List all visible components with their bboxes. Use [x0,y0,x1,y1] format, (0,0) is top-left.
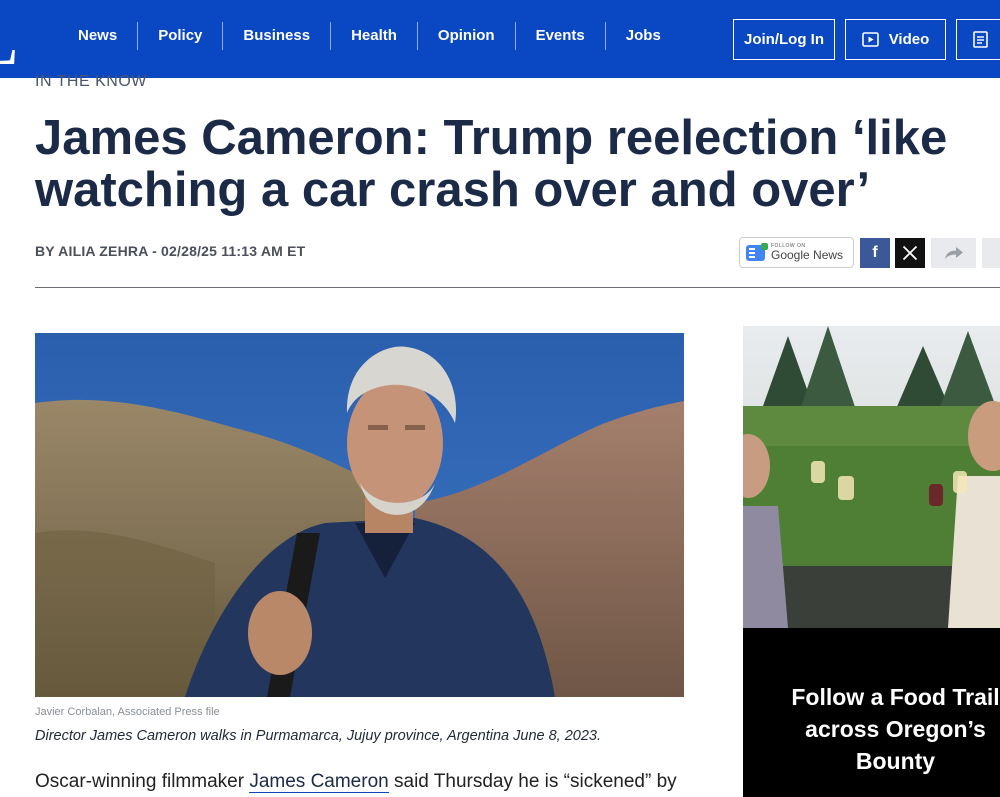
article-byline: BY AILIA ZEHRA - 02/28/25 11:13 AM ET [35,243,306,259]
body-text-end: said Thursday he is “sickened” by [388,771,677,792]
nav-item-business[interactable]: Business [223,22,332,50]
nav-item-health[interactable]: Health [331,22,418,50]
ad-image [743,326,1000,628]
body-text-start: Oscar-winning filmmaker [35,771,250,792]
ad-title-line-3: Bounty [855,748,936,774]
logo-text: L [0,6,19,68]
newsletter-button[interactable] [956,19,1000,60]
facebook-share-button[interactable]: f [860,238,890,268]
photo-caption: Director James Cameron walks in Purmamar… [35,728,602,744]
nav-item-events[interactable]: Events [516,22,606,50]
document-icon [973,31,988,48]
join-login-label: Join/Log In [744,31,824,48]
ad-title-line-2: across Oregon’s [805,716,986,742]
top-nav-bar: L News Policy Business Health Opinion Ev… [0,0,1000,78]
google-news-text: FOLLOW ON Google News [771,244,844,262]
google-news-icon [746,242,768,261]
video-label: Video [888,31,930,48]
james-cameron-link[interactable]: James Cameron [249,771,389,793]
article-photo[interactable] [35,333,684,697]
more-share-button[interactable] [982,238,1000,268]
share-button[interactable] [931,238,976,268]
facebook-icon: f [872,244,878,261]
ad-headline[interactable]: Follow a Food Trail across Oregon’s Boun… [743,681,1000,777]
photo-credit: Javier Corbalan, Associated Press file [35,706,220,718]
article-headline: James Cameron: Trump reelection ‘like wa… [35,112,1000,216]
headline-line-1: James Cameron: Trump reelection ‘like [35,111,948,165]
article-body-paragraph: Oscar-winning filmmaker James Cameron sa… [35,770,700,794]
nav-item-news[interactable]: News [58,22,139,50]
sidebar-ad[interactable]: Follow a Food Trail across Oregon’s Boun… [743,326,1000,797]
article-photo-image [35,333,684,697]
video-button[interactable]: Video [845,19,946,60]
nav-item-jobs[interactable]: Jobs [606,22,681,50]
video-icon [861,32,879,47]
nav-item-policy[interactable]: Policy [138,22,224,50]
join-login-button[interactable]: Join/Log In [733,19,835,60]
main-nav: News Policy Business Health Opinion Even… [58,22,681,50]
google-news-label: Google News [771,248,844,262]
headline-line-2: watching a car crash over and over’ [35,163,871,217]
share-arrow-icon [944,247,963,259]
x-share-button[interactable] [895,238,925,268]
nav-item-opinion[interactable]: Opinion [418,22,516,50]
section-kicker[interactable]: IN THE KNOW [35,73,147,91]
headline-divider [35,287,1000,288]
google-news-follow-button[interactable]: FOLLOW ON Google News [739,237,854,268]
x-icon [902,245,918,261]
ad-title-line-1: Follow a Food Trail [791,684,1000,710]
site-logo[interactable]: L [0,6,58,68]
